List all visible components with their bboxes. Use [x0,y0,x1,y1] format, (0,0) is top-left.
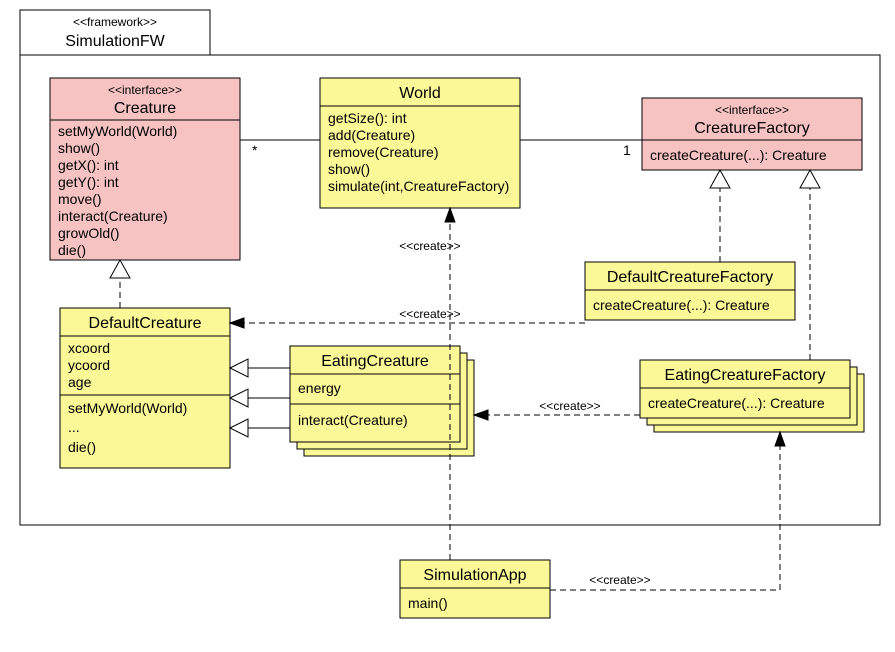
svg-text:setMyWorld(World): setMyWorld(World) [58,123,177,139]
multiplicity-star: * [252,142,258,158]
svg-text:simulate(int,CreatureFactory): simulate(int,CreatureFactory) [328,178,509,194]
svg-text:<<create>>: <<create>> [399,307,460,321]
svg-text:energy: energy [298,380,341,396]
class-defaultcreaturefactory: DefaultCreatureFactory createCreature(..… [585,262,795,320]
svg-text:remove(Creature): remove(Creature) [328,144,438,160]
svg-text:ycoord: ycoord [68,357,110,373]
svg-text:EatingCreatureFactory: EatingCreatureFactory [665,367,826,384]
class-creaturefactory: <<interface>> CreatureFactory createCrea… [642,98,862,170]
multiplicity-one: 1 [623,142,631,158]
svg-text:...: ... [68,419,80,435]
svg-text:xcoord: xcoord [68,340,110,356]
class-creature: <<interface>> Creature setMyWorld(World)… [50,78,240,260]
svg-text:<<interface>>: <<interface>> [715,103,789,117]
svg-text:getX(): int: getX(): int [58,157,119,173]
package-name: SimulationFW [65,33,165,50]
svg-text:<<create>>: <<create>> [589,573,650,587]
svg-text:move(): move() [58,191,102,207]
svg-text:SimulationApp: SimulationApp [423,567,526,584]
svg-text:createCreature(...): Creature: createCreature(...): Creature [593,297,770,313]
svg-text:getY(): int: getY(): int [58,174,119,190]
svg-text:Creature: Creature [114,100,176,117]
svg-text:interact(Creature): interact(Creature) [58,208,168,224]
svg-text:DefaultCreatureFactory: DefaultCreatureFactory [607,269,773,286]
class-eatingcreaturefactory: EatingCreatureFactory createCreature(...… [640,360,864,432]
svg-text:interact(Creature): interact(Creature) [298,412,408,428]
svg-text:show(): show() [328,161,370,177]
svg-text:growOld(): growOld() [58,225,119,241]
svg-text:setMyWorld(World): setMyWorld(World) [68,400,187,416]
svg-text:getSize(): int: getSize(): int [328,110,407,126]
svg-text:World: World [399,85,441,102]
svg-text:createCreature(...): Creature: createCreature(...): Creature [650,147,827,163]
uml-diagram: <<framework>> SimulationFW <<interface>>… [0,0,895,652]
svg-text:createCreature(...): Creature: createCreature(...): Creature [648,395,825,411]
class-simulationapp: SimulationApp main() [400,560,550,618]
svg-text:EatingCreature: EatingCreature [321,353,429,370]
svg-text:DefaultCreature: DefaultCreature [89,315,202,332]
svg-text:add(Creature): add(Creature) [328,127,415,143]
svg-text:<<create>>: <<create>> [399,239,460,253]
svg-text:die(): die() [68,439,96,455]
svg-text:die(): die() [58,242,86,258]
svg-text:show(): show() [58,140,100,156]
svg-text:age: age [68,374,92,390]
class-world: World getSize(): int add(Creature) remov… [320,78,520,208]
svg-text:main(): main() [408,595,448,611]
package-stereotype: <<framework>> [73,15,157,29]
svg-text:<<create>>: <<create>> [539,399,600,413]
svg-text:<<interface>>: <<interface>> [108,83,182,97]
class-eatingcreature: EatingCreature energy interact(Creature) [290,346,474,456]
svg-text:CreatureFactory: CreatureFactory [694,120,810,137]
class-defaultcreature: DefaultCreature xcoord ycoord age setMyW… [60,308,230,468]
